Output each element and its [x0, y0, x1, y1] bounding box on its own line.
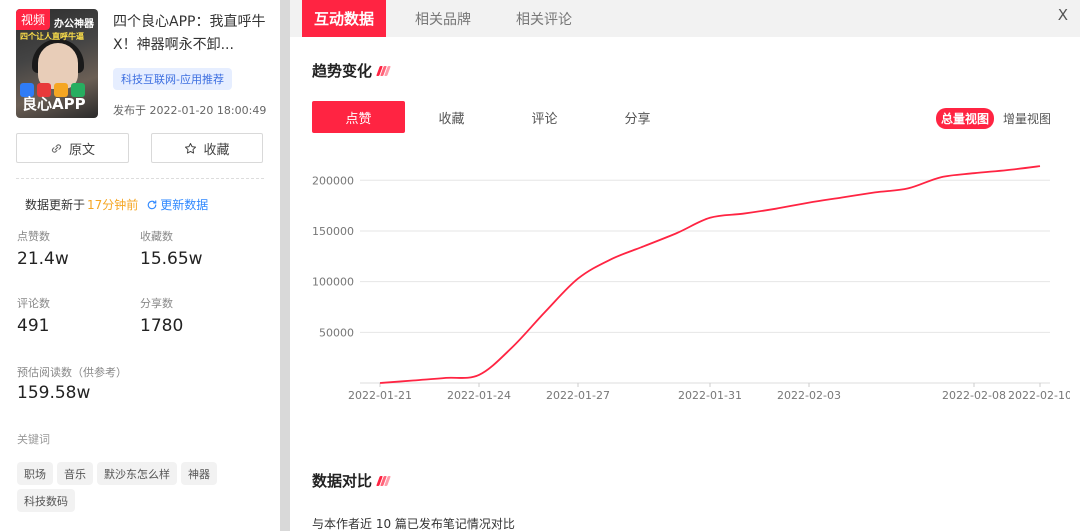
compare-title: 数据对比: [312, 472, 373, 490]
compare-description: 与本作者近 10 篇已发布笔记情况对比: [312, 517, 515, 531]
publish-time: 发布于 2022-01-20 18:00:49: [113, 102, 266, 118]
refresh-button[interactable]: 更新数据: [146, 196, 208, 213]
shares-label: 分享数: [140, 297, 173, 310]
y-tick-label: 100000: [312, 276, 354, 289]
star-icon: [185, 142, 197, 154]
detail-panel: 互动数据 相关品牌 相关评论 X 趋势变化 点赞 收藏 评论 分享 总量视图 增…: [290, 0, 1080, 531]
reads-label: 预估阅读数（供参考）: [17, 366, 127, 379]
collects-value: 15.65w: [140, 249, 203, 269]
shares-value: 1780: [140, 316, 184, 336]
metric-tab-collects[interactable]: 收藏: [405, 101, 498, 133]
favorite-button[interactable]: 收藏: [151, 133, 263, 163]
thumbnail-caption-1: 办公神器: [54, 19, 94, 30]
tab-interaction[interactable]: 互动数据: [302, 0, 387, 37]
data-update-info: 数据更新于 17分钟前 更新数据: [25, 196, 208, 213]
keyword-tag[interactable]: 神器: [181, 462, 217, 485]
view-increment-button[interactable]: 增量视图: [998, 108, 1056, 129]
video-tag: 视频: [16, 9, 51, 30]
x-tick-label: 2022-01-27: [546, 389, 610, 402]
keyword-tag[interactable]: 职场: [17, 462, 53, 485]
x-tick-label: 2022-02-10: [1008, 389, 1070, 402]
note-info-panel: 视频 办公神器 四个让人直呼牛逼 良心APP 四个良心APP：我直呼牛X！神器啊…: [0, 0, 280, 531]
channel-tag[interactable]: 科技互联网-应用推荐: [113, 68, 232, 90]
tab-brands[interactable]: 相关品牌: [415, 0, 471, 37]
update-prefix: 数据更新于: [25, 198, 86, 212]
divider: [16, 178, 264, 179]
keyword-tag[interactable]: 默沙东怎么样: [97, 462, 177, 485]
trend-section-title: 趋势变化: [312, 60, 391, 81]
detail-tabs: 互动数据 相关品牌 相关评论: [290, 0, 1080, 37]
panel-divider: [280, 0, 290, 531]
view-toggle: 总量视图 增量视图: [935, 108, 1056, 129]
keywords-label: 关键词: [17, 433, 50, 446]
x-tick-label: 2022-02-08: [942, 389, 1006, 402]
likes-value: 21.4w: [17, 249, 69, 269]
metric-tabs: 点赞 收藏 评论 分享: [312, 101, 684, 133]
publish-value: 2022-01-20 18:00:49: [149, 104, 267, 117]
y-tick-label: 50000: [319, 326, 354, 339]
title-decoration-icon: [376, 65, 391, 76]
thumbnail-badge: 良心APP: [22, 95, 86, 113]
update-ago: 17分钟前: [87, 198, 139, 212]
comments-label: 评论数: [17, 297, 50, 310]
original-label: 原文: [68, 142, 95, 158]
x-tick-label: 2022-01-24: [447, 389, 511, 402]
note-title[interactable]: 四个良心APP：我直呼牛X！神器啊永不卸...: [113, 11, 273, 57]
tab-comments[interactable]: 相关评论: [516, 0, 572, 37]
title-decoration-icon: [376, 475, 391, 486]
x-tick-label: 2022-02-03: [777, 389, 841, 402]
publish-label: 发布于: [113, 104, 146, 117]
x-tick-label: 2022-01-21: [348, 389, 412, 402]
link-icon: [51, 143, 62, 153]
trend-line-chart: 50000 100000 150000 200000 2022-01-21 2022-01…: [312, 165, 1070, 402]
keyword-tag[interactable]: 音乐: [57, 462, 93, 485]
compare-section-title: 数据对比: [312, 470, 391, 491]
close-icon[interactable]: X: [1058, 6, 1068, 24]
thumbnail-caption-2: 四个让人直呼牛逼: [20, 32, 84, 41]
x-tick-label: 2022-01-31: [678, 389, 742, 402]
collects-label: 收藏数: [140, 230, 173, 243]
keyword-tag[interactable]: 科技数码: [17, 489, 75, 512]
trend-title: 趋势变化: [312, 62, 373, 80]
metric-tab-shares[interactable]: 分享: [591, 101, 684, 133]
y-tick-label: 200000: [312, 174, 354, 187]
note-thumbnail[interactable]: 视频 办公神器 四个让人直呼牛逼 良心APP: [16, 9, 98, 118]
series-line-likes: [379, 165, 1041, 384]
original-button[interactable]: 原文: [16, 133, 129, 163]
likes-label: 点赞数: [17, 230, 50, 243]
y-tick-label: 150000: [312, 225, 354, 238]
refresh-label: 更新数据: [160, 198, 209, 212]
refresh-icon: [148, 199, 157, 209]
metric-tab-likes[interactable]: 点赞: [312, 101, 405, 133]
view-total-button[interactable]: 总量视图: [935, 108, 994, 129]
favorite-label: 收藏: [203, 142, 230, 158]
comments-value: 491: [17, 316, 50, 336]
metric-tab-comments[interactable]: 评论: [498, 101, 591, 133]
reads-value: 159.58w: [17, 383, 91, 403]
